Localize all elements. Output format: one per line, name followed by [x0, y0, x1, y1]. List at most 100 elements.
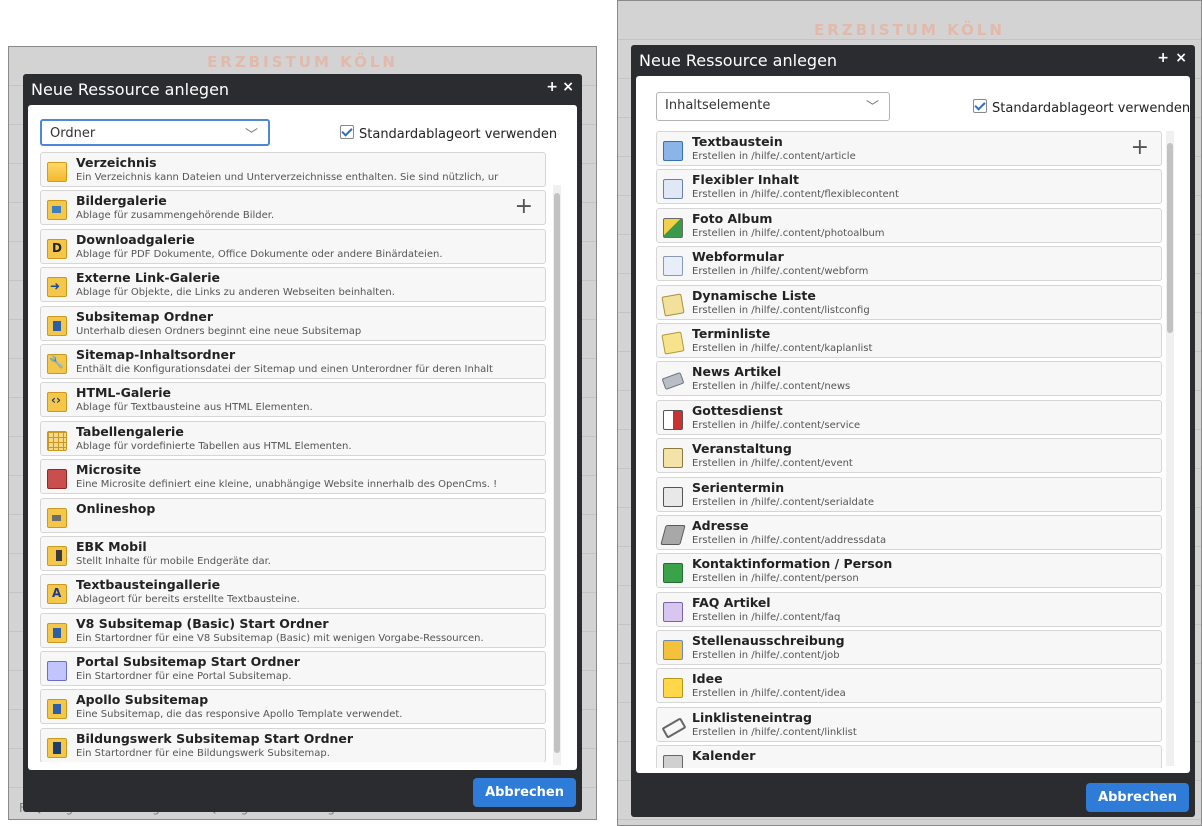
- item-title: Veranstaltung: [692, 441, 792, 457]
- item-description: Erstellen in /hilfe/.content/service: [692, 419, 861, 431]
- list-item-apollo-subsitemap[interactable]: Apollo Subsitemap Eine Subsitemap, die da…: [40, 689, 546, 725]
- table-gallery-icon: [47, 430, 67, 451]
- list-item-ebk-mobil[interactable]: EBK Mobil Stellt Inhalte für mobile Endge…: [40, 535, 546, 571]
- subsitemap-folder-icon: [47, 315, 67, 336]
- shop-folder-icon: [47, 507, 67, 528]
- list-item-html-galerie[interactable]: HTML-GalerieAblage für Textbausteine aus…: [40, 382, 546, 418]
- default-location-checkbox[interactable]: Standardablageort verwenden: [340, 125, 557, 142]
- item-description: Enthält die Konfigurationsdatei der Site…: [76, 363, 493, 375]
- item-description: Unterhalb diesen Ordners beginnt eine ne…: [76, 325, 362, 337]
- list-item-microsite[interactable]: Microsite Eine Microsite definiert eine k…: [40, 459, 546, 495]
- portal-folder-icon: [47, 661, 67, 682]
- item-title: Idee: [692, 671, 723, 687]
- resource-type-value: Inhaltselemente: [665, 98, 771, 113]
- item-title: Dynamische Liste: [692, 287, 816, 303]
- lightbulb-icon: [663, 678, 683, 699]
- default-location-checkbox[interactable]: Standardablageort verwenden: [973, 99, 1190, 116]
- list-item-bildergalerie[interactable]: Bildergalerie Ablage für zusammengehörend…: [40, 190, 546, 226]
- list-item-downloadgalerie[interactable]: DownloadgalerieAblage für PDF Dokumente,…: [40, 228, 546, 264]
- maximize-icon[interactable]: +: [546, 79, 558, 95]
- list-item-kalender[interactable]: Kalender: [656, 745, 1162, 768]
- item-description: Erstellen in /hilfe/.content/flexiblecon…: [692, 189, 899, 201]
- item-title: HTML-Galerie: [76, 385, 171, 401]
- item-description: Eine Microsite definiert eine kleine, un…: [76, 479, 498, 491]
- item-description: Erstellen in /hilfe/.content/faq: [692, 611, 841, 623]
- add-icon[interactable]: +: [1131, 137, 1149, 159]
- scrollbar-thumb[interactable]: [554, 193, 560, 753]
- checkbox-label: Standardablageort verwenden: [992, 101, 1190, 116]
- checkbox-label: Standardablageort verwenden: [359, 127, 558, 142]
- item-description: Erstellen in /hilfe/.content/serialdate: [692, 496, 875, 508]
- checkbox-checked-icon[interactable]: [973, 99, 987, 113]
- resource-type-select[interactable]: Inhaltselemente ﹀: [656, 92, 890, 121]
- item-title: Terminliste: [692, 325, 771, 341]
- item-title: News Artikel: [692, 364, 782, 380]
- event-list-icon: [661, 331, 685, 355]
- cancel-button[interactable]: Abbrechen: [473, 778, 576, 807]
- list-item-serientermin[interactable]: Serientermin Erstellen in /hilfe/.content…: [656, 476, 1162, 512]
- checkbox-checked-icon[interactable]: [340, 125, 354, 139]
- list-item-gottesdienst[interactable]: Gottesdienst Erstellen in /hilfe/.content…: [656, 399, 1162, 435]
- close-icon[interactable]: ×: [562, 79, 574, 95]
- list-item-sitemap-inhaltsordner[interactable]: Sitemap-InhaltsordnerEnthält die Konfigu…: [40, 343, 546, 379]
- subsitemap-folder-icon: [47, 699, 67, 720]
- list-item-verzeichnis[interactable]: Verzeichnis Ein Verzeichnis kann Dateien …: [40, 152, 546, 187]
- item-description: Erstellen in /hilfe/.content/listconfig: [692, 304, 870, 316]
- item-description: Ablage für Textbausteine aus HTML Elemen…: [76, 402, 313, 414]
- list-item-onlineshop[interactable]: Onlineshop: [40, 497, 546, 533]
- news-icon: [661, 372, 685, 391]
- list-item-textbaustein[interactable]: Textbaustein Erstellen in /hilfe/.content…: [656, 131, 1162, 166]
- serial-date-icon: [663, 486, 683, 507]
- item-title: Externe Link-Galerie: [76, 270, 220, 286]
- list-item-v8-subsitemap[interactable]: V8 Subsitemap (Basic) Start Ordner Ein St…: [40, 612, 546, 648]
- list-item-terminliste[interactable]: Terminliste Erstellen in /hilfe/.content/…: [656, 322, 1162, 358]
- add-icon[interactable]: +: [515, 196, 533, 218]
- list-item-tabellengalerie[interactable]: Tabellengalerie Ablage für vordefinierte …: [40, 420, 546, 456]
- new-resource-dialog: Neue Ressource anlegen + × Ordner ﹀ Stan…: [23, 74, 582, 812]
- list-item-subsitemap-ordner[interactable]: Subsitemap Ordner Unterhalb diesen Ordner…: [40, 305, 546, 341]
- list-item-externe-link-galerie[interactable]: Externe Link-GalerieAblage für Objekte, …: [40, 267, 546, 303]
- close-icon[interactable]: ×: [1175, 50, 1187, 66]
- item-description: Ein Startordner für eine Bildungswerk Su…: [76, 747, 330, 759]
- scrollbar[interactable]: [553, 185, 561, 765]
- list-item-dynamische-liste[interactable]: Dynamische Liste Erstellen in /hilfe/.con…: [656, 284, 1162, 320]
- item-description: Erstellen in /hilfe/.content/person: [692, 573, 859, 585]
- list-item-kontaktinformation[interactable]: Kontaktinformation / Person Erstellen in …: [656, 553, 1162, 589]
- list-item-webformular[interactable]: Webformular Erstellen in /hilfe/.content/…: [656, 246, 1162, 282]
- list-item-foto-album[interactable]: Foto Album Erstellen in /hilfe/.content/p…: [656, 207, 1162, 243]
- resource-type-select[interactable]: Ordner ﹀: [40, 119, 270, 146]
- list-item-linklisteneintrag[interactable]: Linklisteneintrag Erstellen in /hilfe/.co…: [656, 706, 1162, 742]
- list-item-news-artikel[interactable]: News Artikel Erstellen in /hilfe/.content…: [656, 361, 1162, 397]
- left-screenshot: ERZBISTUM KÖLN FAQ Vergabe von Kategorie…: [8, 46, 597, 820]
- download-gallery-icon: [47, 238, 67, 259]
- list-item-stellenausschreibung[interactable]: Stellenausschreibung Erstellen in /hilfe/…: [656, 630, 1162, 666]
- list-item-flexibler-inhalt[interactable]: Flexibler Inhalt Erstellen in /hilfe/.con…: [656, 169, 1162, 205]
- list-item-portal-subsitemap[interactable]: Portal Subsitemap Start Ordner Ein Starto…: [40, 651, 546, 687]
- list-item-veranstaltung[interactable]: Veranstaltung Erstellen in /hilfe/.conten…: [656, 438, 1162, 474]
- item-description: Ein Startordner für eine Portal Subsitem…: [76, 671, 292, 683]
- item-title: Kontaktinformation / Person: [692, 556, 893, 572]
- item-title: Stellenausschreibung: [692, 633, 845, 649]
- item-description: Erstellen in /hilfe/.content/job: [692, 650, 840, 662]
- right-screenshot: ERZBISTUM KÖLN Neue Ressource anlegen + …: [617, 0, 1202, 826]
- list-item-faq-artikel[interactable]: FAQ Artikel Erstellen in /hilfe/.content/…: [656, 591, 1162, 627]
- html-gallery-icon: [47, 392, 67, 413]
- scrollbar[interactable]: [1166, 131, 1174, 766]
- list-item-bildungswerk-subsitemap[interactable]: Bildungswerk Subsitemap Start Ordner Ein …: [40, 727, 546, 762]
- maximize-icon[interactable]: +: [1157, 50, 1169, 66]
- resource-type-list: Textbaustein Erstellen in /hilfe/.content…: [656, 131, 1162, 768]
- list-item-adresse[interactable]: Adresse Erstellen in /hilfe/.content/addr…: [656, 514, 1162, 550]
- photo-album-icon: [663, 217, 683, 238]
- item-title: Onlineshop: [76, 500, 156, 516]
- resource-type-value: Ordner: [50, 126, 96, 141]
- folder-icon: [47, 162, 67, 182]
- dialog-header: Neue Ressource anlegen + ×: [631, 45, 1195, 77]
- dialog-title: Neue Ressource anlegen: [639, 51, 838, 70]
- scrollbar-thumb[interactable]: [1167, 143, 1173, 333]
- list-item-idee[interactable]: Idee Erstellen in /hilfe/.content/idea: [656, 668, 1162, 704]
- address-icon: [660, 524, 686, 545]
- cancel-button[interactable]: Abbrechen: [1086, 783, 1189, 812]
- item-description: Ablage für vordefinierte Tabellen aus HT…: [76, 440, 352, 452]
- list-item-textbausteingallerie[interactable]: TextbausteingallerieAblageort für bereit…: [40, 574, 546, 610]
- item-title: Downloadgalerie: [76, 231, 195, 247]
